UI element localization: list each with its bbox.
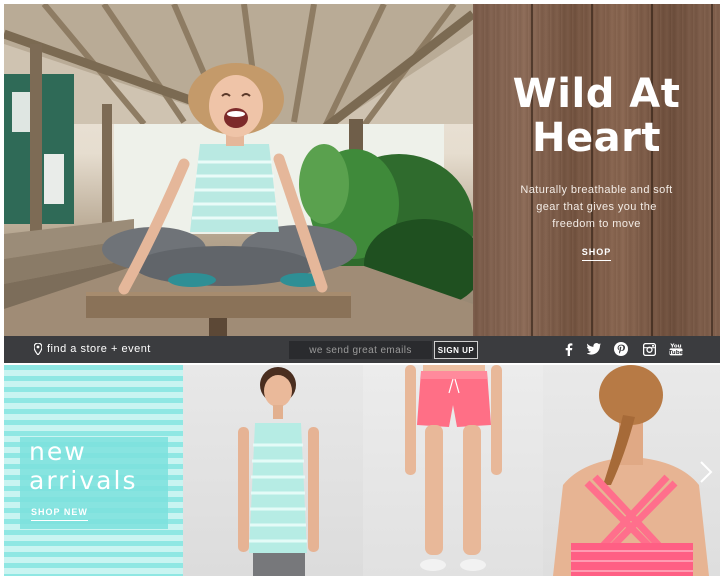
utility-bar: find a store + event SIGN UP YouTube (4, 336, 720, 363)
sign-up-button[interactable]: SIGN UP (434, 341, 478, 359)
product-tile-mint-tank[interactable] (183, 365, 363, 576)
email-signup-input[interactable] (289, 341, 432, 359)
hero-banner[interactable]: Wild At Heart Naturally breathable and s… (4, 4, 720, 336)
new-arrivals-tile[interactable]: new arrivals SHOP NEW (4, 365, 183, 576)
hero-subtitle-line1: Naturally breathable and soft (520, 184, 673, 196)
product-tile-coral-bra[interactable] (543, 365, 720, 576)
shop-new-link[interactable]: SHOP NEW (31, 507, 88, 521)
hero-title-line2: Heart (532, 115, 661, 161)
hero-title: Wild At Heart (473, 72, 720, 160)
instagram-icon[interactable] (642, 342, 656, 356)
hero-shop-link[interactable]: SHOP (581, 247, 612, 261)
twitter-icon[interactable] (587, 342, 601, 356)
product-carousel: new arrivals SHOP NEW (4, 365, 720, 576)
facebook-icon[interactable] (562, 342, 576, 356)
new-arrivals-label: new arrivals (29, 437, 138, 495)
carousel-next-chevron-icon[interactable] (699, 460, 713, 484)
find-store-link[interactable]: find a store + event (34, 343, 151, 355)
pinterest-icon[interactable] (614, 342, 628, 356)
product-tile-coral-shorts[interactable] (363, 365, 543, 576)
youtube-icon[interactable]: You Tube (669, 342, 683, 356)
hero-subtitle-line2: gear that gives you the (536, 201, 657, 213)
hero-photo-girl-on-bench (4, 4, 473, 336)
hero-subtitle-line3: freedom to move (552, 218, 641, 230)
svg-text:Tube: Tube (669, 350, 683, 356)
hero-text-panel: Wild At Heart Naturally breathable and s… (473, 4, 720, 336)
hero-subtitle: Naturally breathable and soft gear that … (509, 182, 684, 233)
find-store-label: find a store + event (47, 343, 151, 355)
hero-title-line1: Wild At (512, 71, 681, 117)
location-pin-icon (34, 343, 42, 355)
